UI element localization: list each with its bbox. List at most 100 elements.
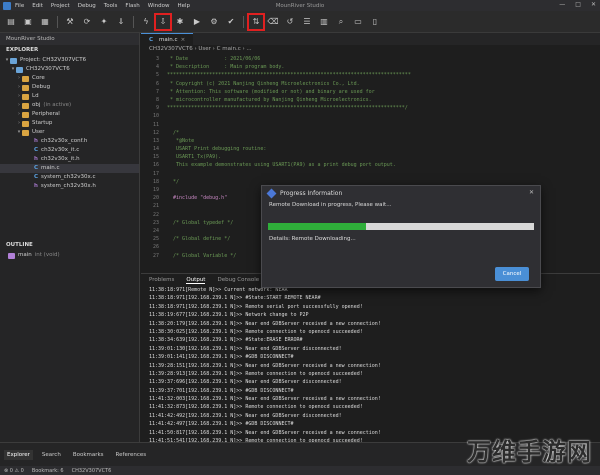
dialog-close-icon[interactable]: ✕ [529, 189, 534, 196]
project-node[interactable]: ▾ Project: CH32V307VCT6 [0, 56, 139, 65]
code-line[interactable]: 16 This example demonstrates using USART… [141, 161, 600, 169]
menu-item-file[interactable]: File [15, 3, 24, 9]
code-line[interactable]: 10 [141, 112, 600, 120]
editor-tab-bar: C main.c × [141, 33, 600, 45]
code-line[interactable]: 14 USART Print debugging routine: [141, 145, 600, 153]
tree-item-system-ch32v30x-c[interactable]: Csystem_ch32v30x.c [0, 173, 139, 182]
build-icon[interactable]: ⚒ [65, 17, 75, 27]
log-line: 11:39:37:696[192.168.239.1 N]>> Near end… [149, 379, 342, 386]
tree-item-debug[interactable]: › Debug [0, 83, 139, 92]
tree-item-ld[interactable]: › Ld [0, 92, 139, 101]
config-icon[interactable]: ☰ [302, 17, 312, 27]
minimize-button[interactable]: — [559, 1, 565, 8]
window-controls: — □ ✕ [559, 1, 596, 8]
rebuild-icon[interactable]: ⟳ [82, 17, 92, 27]
remote-debug-icon[interactable]: ⇅ [247, 12, 265, 31]
debug-icon[interactable]: ✱ [175, 17, 185, 27]
tree-item-label: system_ch32v30x.c [41, 174, 96, 180]
c-file-icon: C [149, 36, 154, 43]
code-line[interactable]: 15 USART1_Tx(PA9). [141, 153, 600, 161]
menu-item-debug[interactable]: Debug [78, 3, 96, 9]
verify-icon[interactable]: ✔ [226, 17, 236, 27]
code-text: ****************************************… [167, 72, 411, 79]
tab-bookmarks[interactable]: Bookmarks [70, 450, 107, 460]
erase-icon[interactable]: ⌫ [267, 17, 278, 27]
outline-header[interactable]: OUTLINE [0, 240, 139, 251]
code-line[interactable]: 13 *@Note [141, 137, 600, 145]
tab-references[interactable]: References [113, 450, 150, 460]
menu-item-help[interactable]: Help [177, 3, 190, 9]
bookmark-status[interactable]: Bookmark: 6 [32, 468, 64, 474]
tree-item-system-ch32v30x-h[interactable]: h system_ch32v30x.h [0, 182, 139, 191]
line-number: 6 [155, 80, 159, 87]
code-line[interactable]: 4 * Description : Main program body. [141, 63, 600, 71]
reset-icon[interactable]: ↺ [285, 17, 295, 27]
dialog-title-bar: Progress Information [262, 186, 540, 200]
tab-main-c[interactable]: C main.c × [141, 33, 194, 45]
code-line[interactable]: 12 /* [141, 129, 600, 137]
tree-item-ch32v30x-it-c[interactable]: Cch32v30x_it.c [0, 146, 139, 155]
code-line[interactable]: 6 * Copyright (c) 2021 Nanjing Qinheng M… [141, 80, 600, 88]
problems-status[interactable]: ⊗ 0 ⚠ 0 [4, 468, 24, 474]
terminal-icon[interactable]: ▯ [370, 17, 380, 27]
breadcrumb[interactable]: CH32V307VCT6 › User › C main.c › ... [141, 45, 600, 54]
code-text: USART Print debugging routine: [167, 146, 267, 153]
menu-item-edit[interactable]: Edit [32, 3, 43, 9]
log-line: 11:41:32:873[192.168.239.1 N]>> Remote c… [149, 404, 363, 411]
root-node[interactable]: ▾ CH32V307VCT6 [0, 65, 139, 74]
outline-item-main[interactable]: main int (void) [0, 251, 139, 260]
new-file-icon[interactable]: ▤ [6, 17, 16, 27]
explorer-header[interactable]: EXPLORER [0, 45, 139, 56]
target-chip-status[interactable]: CH32V307VCT6 [72, 468, 112, 474]
outline-section: OUTLINE main int (void) [0, 240, 139, 260]
output-panel: Problems Output Debug Console 11:38:18:9… [141, 273, 600, 445]
output-log[interactable]: 11:38:18:971[Remote N]>> Current network… [141, 286, 600, 445]
search-icon[interactable]: ⌕ [336, 17, 346, 27]
tree-item-label: Peripheral [32, 111, 60, 117]
line-number: 5 [155, 72, 159, 79]
remote-download-icon[interactable]: ⇩ [154, 12, 172, 31]
chip-icon[interactable]: ▥ [319, 17, 329, 27]
code-line[interactable]: 5 ***************************************… [141, 71, 600, 79]
close-icon[interactable]: × [181, 37, 186, 43]
menu-item-flash[interactable]: Flash [125, 3, 139, 9]
cancel-button[interactable]: Cancel [495, 267, 529, 281]
close-button[interactable]: ✕ [591, 1, 596, 8]
tree-item-obj[interactable]: › obj (in active) [0, 101, 139, 110]
tab-search[interactable]: Search [39, 450, 64, 460]
sidebar-title: MounRiver Studio [0, 33, 139, 45]
tree-item-ch32v30x-conf-h[interactable]: h ch32v30x_conf.h [0, 137, 139, 146]
tab-explorer[interactable]: Explorer [4, 449, 33, 460]
tree-item-label: ch32v30x_conf.h [40, 138, 88, 144]
code-line[interactable]: 17 [141, 170, 600, 178]
save-all-icon[interactable]: ▦ [40, 17, 50, 27]
menu-item-tools[interactable]: Tools [104, 3, 118, 9]
settings-icon[interactable]: ⚙ [209, 17, 219, 27]
code-line[interactable]: 11 [141, 121, 600, 129]
tree-item-ch32v30x-it-h[interactable]: h ch32v30x_it.h [0, 155, 139, 164]
tab-problems[interactable]: Problems [149, 277, 174, 283]
flash-icon[interactable]: ϟ [141, 17, 151, 27]
code-line[interactable]: 3 * Date : 2021/06/06 [141, 55, 600, 63]
clean-icon[interactable]: ✦ [99, 17, 109, 27]
menu-item-project[interactable]: Project [51, 3, 70, 9]
code-line[interactable]: 7 * Attention: This software (modified o… [141, 88, 600, 96]
download-icon[interactable]: ⇓ [116, 17, 126, 27]
console-icon[interactable]: ▭ [353, 17, 363, 27]
tree-item-peripheral[interactable]: › Peripheral [0, 110, 139, 119]
tree-item-core[interactable]: › Core [0, 74, 139, 83]
tab-debug-console[interactable]: Debug Console [217, 277, 259, 283]
tab-output[interactable]: Output [186, 277, 206, 284]
menu-item-window[interactable]: Window [148, 3, 170, 9]
maximize-button[interactable]: □ [575, 1, 581, 8]
code-line[interactable]: 9 ***************************************… [141, 104, 600, 112]
tree-item-startup[interactable]: › Startup [0, 119, 139, 128]
menu-bar: File Edit Project Debug Tools Flash Window Help [15, 3, 190, 9]
file-tree: › Core › Debug › Ld › obj (in active) › Peripheral… [0, 74, 139, 191]
tree-item-label: Ld [32, 93, 39, 99]
tree-item-user[interactable]: ▾ User [0, 128, 139, 137]
tree-item-main-c[interactable]: Cmain.c [0, 164, 139, 173]
run-icon[interactable]: ▶ [192, 17, 202, 27]
save-icon[interactable]: ▣ [23, 17, 33, 27]
code-line[interactable]: 8 * microcontroller manufactured by Nanj… [141, 96, 600, 104]
